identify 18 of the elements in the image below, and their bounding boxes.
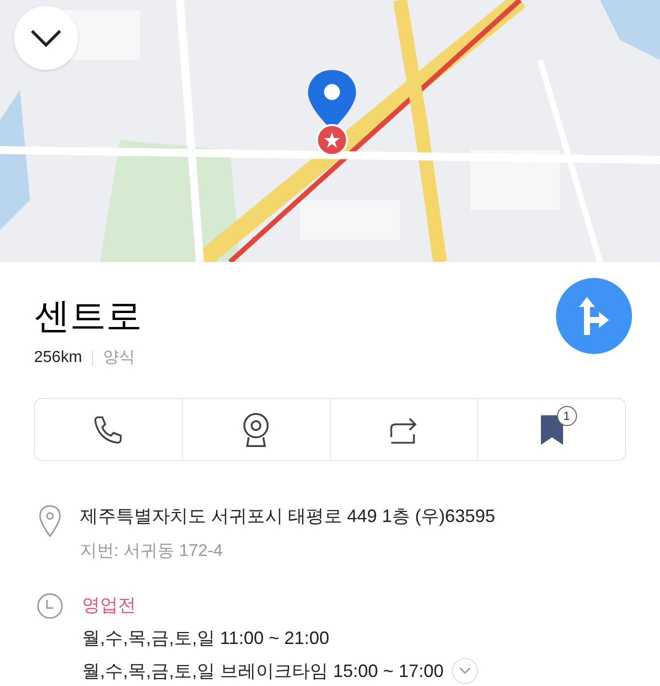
- directions-icon: [577, 297, 611, 335]
- chevron-icon: [458, 667, 471, 675]
- category-text: 양식: [103, 348, 136, 368]
- chevron-down-icon: [30, 29, 62, 47]
- map-pin-icon: [306, 70, 358, 156]
- webcam-icon: [241, 410, 272, 448]
- hours-text: 월,수,목,금,토,일 브레이크타임 15:00 ~ 17:00: [82, 660, 444, 682]
- location-pin-icon: [38, 505, 62, 537]
- open-status: 영업전: [82, 594, 137, 616]
- count-badge: 1: [556, 406, 577, 426]
- address-text: 제주특별자치도 서귀포시 태평로 449 1층 (우)63595: [80, 505, 496, 528]
- lot-address-text: 지번: 서귀동 172-4: [80, 540, 224, 562]
- place-name: 센트로: [34, 294, 142, 338]
- expand-button[interactable]: [452, 658, 478, 684]
- clock-icon: [36, 592, 64, 620]
- distance-text: 256km: [34, 348, 82, 368]
- bookmark-icon: [538, 414, 565, 446]
- hours-text: 월,수,목,금,토,일 11:00 ~ 21:00: [82, 626, 330, 650]
